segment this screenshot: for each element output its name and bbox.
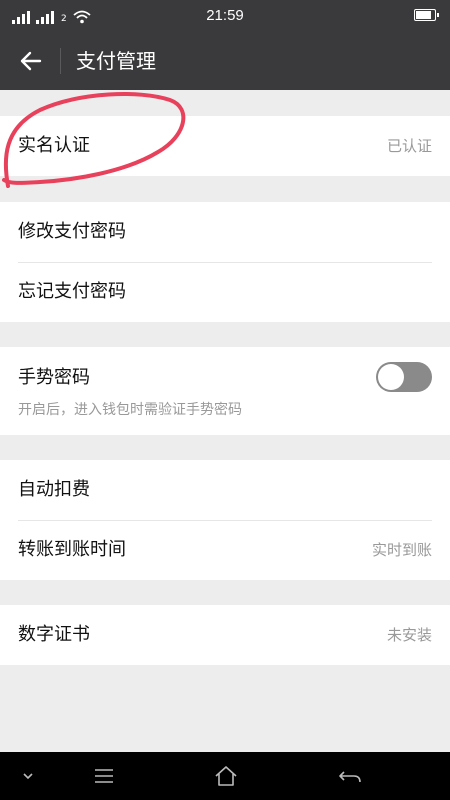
header-divider xyxy=(60,48,61,74)
gesture-password-row: 手势密码 开启后，进入钱包时需验证手势密码 xyxy=(0,347,450,435)
menu-icon xyxy=(95,769,113,783)
status-time: 21:59 xyxy=(206,7,244,24)
page-title: 支付管理 xyxy=(76,49,156,73)
gesture-group: 手势密码 开启后，进入钱包时需验证手势密码 xyxy=(0,347,450,435)
real-name-label: 实名认证 xyxy=(18,135,90,156)
transfer-time-row[interactable]: 转账到账时间 实时到账 xyxy=(0,520,450,580)
system-back-button[interactable] xyxy=(330,760,370,792)
back-icon xyxy=(339,771,361,783)
transfer-time-value: 实时到账 xyxy=(371,541,432,559)
auto-deduct-label: 自动扣费 xyxy=(18,479,90,500)
back-arrow-icon xyxy=(20,51,42,71)
digital-certificate-status: 未安装 xyxy=(386,626,432,644)
digital-certificate-row[interactable]: 数字证书 未安装 xyxy=(0,605,450,665)
payment-group: 自动扣费 转账到账时间 实时到账 xyxy=(0,460,450,580)
gesture-password-toggle[interactable] xyxy=(376,362,432,392)
forgot-password-label: 忘记支付密码 xyxy=(18,281,126,302)
identity-group: 实名认证 已认证 xyxy=(0,116,450,176)
status-bar: 2 21:59 xyxy=(0,0,450,32)
battery-icon xyxy=(414,9,439,21)
digital-certificate-label: 数字证书 xyxy=(18,624,90,645)
transfer-time-label: 转账到账时间 xyxy=(18,539,126,560)
real-name-row[interactable]: 实名认证 已认证 xyxy=(0,116,450,176)
certificate-group: 数字证书 未安装 xyxy=(0,605,450,665)
forgot-password-row[interactable]: 忘记支付密码 xyxy=(0,262,450,322)
home-icon xyxy=(215,766,237,786)
change-password-row[interactable]: 修改支付密码 xyxy=(0,202,450,262)
collapse-button[interactable] xyxy=(8,760,48,792)
gesture-password-label: 手势密码 xyxy=(18,367,90,388)
home-button[interactable] xyxy=(206,760,246,792)
back-button[interactable] xyxy=(10,43,50,79)
change-password-label: 修改支付密码 xyxy=(18,221,126,242)
real-name-status: 已认证 xyxy=(386,137,432,155)
auto-deduct-row[interactable]: 自动扣费 xyxy=(0,460,450,520)
screen: 2 21:59 支付管理 实名认证 已认证 修改支付密码 忘记支付密码 手势密码… xyxy=(0,0,450,800)
password-group: 修改支付密码 忘记支付密码 xyxy=(0,202,450,322)
gesture-password-description: 开启后，进入钱包时需验证手势密码 xyxy=(18,402,242,418)
menu-button[interactable] xyxy=(84,760,124,792)
chevron-down-icon xyxy=(23,773,33,780)
header: 支付管理 xyxy=(0,32,450,90)
navigation-bar xyxy=(0,752,450,800)
toggle-knob xyxy=(378,364,404,390)
